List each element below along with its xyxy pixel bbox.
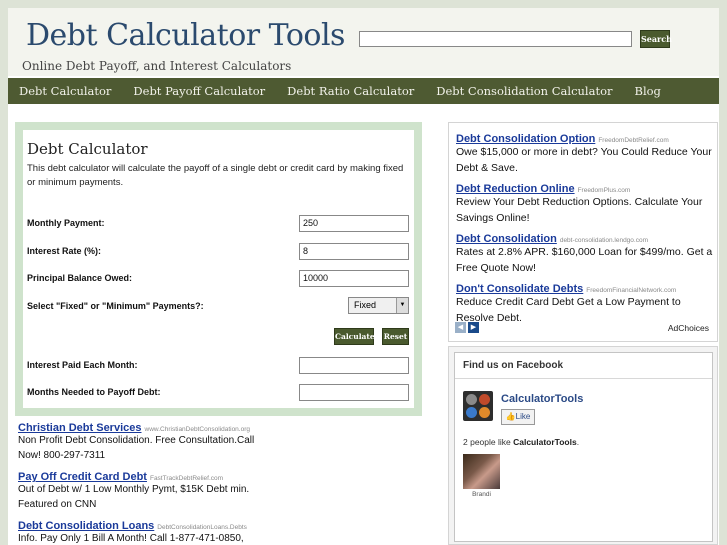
interest-paid-label: Interest Paid Each Month: <box>27 360 138 370</box>
fan-name[interactable]: Brandi <box>463 491 500 498</box>
ad-panel-right: Debt Consolidation Option FreedomDebtReli… <box>448 122 718 342</box>
ad-text: Rates at 2.8% APR. $160,000 Loan for $49… <box>456 246 713 274</box>
principal-field[interactable]: 10000 <box>299 270 409 287</box>
calculator-title: Debt Calculator <box>27 140 148 158</box>
ad-url[interactable]: FreedomDebtRelief.com <box>598 137 668 144</box>
site-header: Debt Calculator Tools Online Debt Payoff… <box>8 8 719 76</box>
site-title[interactable]: Debt Calculator Tools <box>26 18 345 53</box>
chevron-right-icon[interactable]: ▶ <box>468 322 479 333</box>
ad-item: Debt Consolidation Loans DebtConsolidatio… <box>18 516 268 545</box>
principal-label: Principal Balance Owed: <box>27 273 133 283</box>
reset-button[interactable]: Reset <box>382 328 409 345</box>
chevron-left-icon[interactable]: ◀ <box>455 322 466 333</box>
chevron-down-icon[interactable]: ▼ <box>396 298 408 313</box>
ad-url[interactable]: debt-consolidation.lendgo.com <box>560 237 648 244</box>
thumbs-up-icon: 👍 <box>505 412 516 421</box>
payment-type-select[interactable]: Fixed ▼ <box>348 297 409 314</box>
ad-title-link[interactable]: Debt Reduction Online <box>456 183 575 194</box>
ads-left: Christian Debt Services www.ChristianDebt… <box>18 418 268 545</box>
ad-url[interactable]: FreedomPlus.com <box>578 187 631 194</box>
facebook-page-name[interactable]: CalculatorTools <box>501 393 583 405</box>
ad-item: Debt Consolidation debt-consolidation.len… <box>456 229 714 276</box>
ad-item: Debt Reduction Online FreedomPlus.com Rev… <box>456 179 714 226</box>
ad-title-link[interactable]: Debt Consolidation Option <box>456 133 595 144</box>
ad-text: Out of Debt w/ 1 Low Monthly Pymt, $15K … <box>18 484 250 510</box>
interest-paid-field[interactable] <box>299 357 409 374</box>
monthly-payment-field[interactable]: 250 <box>299 215 409 232</box>
ad-item: Don't Consolidate Debts FreedomFinancialN… <box>456 279 714 326</box>
fan-count-suffix: . <box>576 437 580 447</box>
ad-title-link[interactable]: Debt Consolidation Loans <box>18 520 154 531</box>
ad-text: Non Profit Debt Consolidation. Free Cons… <box>18 435 255 461</box>
ad-title-link[interactable]: Christian Debt Services <box>18 422 142 433</box>
fan-count-page[interactable]: CalculatorTools <box>513 437 577 447</box>
calculator-panel: Debt Calculator This debt calculator wil… <box>15 122 422 416</box>
interest-rate-label: Interest Rate (%): <box>27 246 102 256</box>
calculate-button[interactable]: Calculate <box>334 328 375 345</box>
ad-url[interactable]: FreedomFinancialNetwork.com <box>586 287 676 294</box>
fan-count: 2 people like CalculatorTools. <box>463 437 579 447</box>
page: Debt Calculator Tools Online Debt Payoff… <box>8 8 719 545</box>
facebook-widget: Find us on Facebook CalculatorTools 👍Lik… <box>448 346 718 545</box>
ad-pager: ◀ ▶ <box>455 322 479 333</box>
ad-item: Debt Consolidation Option FreedomDebtReli… <box>456 129 714 176</box>
fan-count-prefix: 2 people like <box>463 437 514 447</box>
facebook-box: Find us on Facebook CalculatorTools 👍Lik… <box>454 352 713 542</box>
ad-text: Info. Pay Only 1 Bill A Month! Call 1-87… <box>18 533 244 544</box>
calculator-form: Debt Calculator This debt calculator wil… <box>23 130 414 408</box>
search-input[interactable] <box>359 31 632 47</box>
ad-text: Reduce Credit Card Debt Get a Low Paymen… <box>456 296 681 324</box>
nav-debt-consolidation-calculator[interactable]: Debt Consolidation Calculator <box>425 78 623 104</box>
like-button[interactable]: 👍Like <box>501 409 535 425</box>
ad-title-link[interactable]: Don't Consolidate Debts <box>456 283 583 294</box>
avatar[interactable] <box>463 454 500 489</box>
ad-url[interactable]: DebtConsolidationLoans.Debts <box>157 524 247 531</box>
adchoices-link[interactable]: AdChoices <box>668 323 709 333</box>
like-label: Like <box>515 412 531 421</box>
months-label: Months Needed to Payoff Debt: <box>27 387 161 397</box>
calculator-description: This debt calculator will calculate the … <box>27 163 404 188</box>
ad-text: Owe $15,000 or more in debt? You Could R… <box>456 146 712 174</box>
ad-text: Review Your Debt Reduction Options. Calc… <box>456 196 703 224</box>
ad-title-link[interactable]: Pay Off Credit Card Debt <box>18 471 147 482</box>
ad-url[interactable]: FastTrackDebtRelief.com <box>150 475 223 482</box>
ads-right: Debt Consolidation Option FreedomDebtReli… <box>456 129 714 329</box>
site-tagline: Online Debt Payoff, and Interest Calcula… <box>22 59 292 73</box>
nav-debt-ratio-calculator[interactable]: Debt Ratio Calculator <box>276 78 425 104</box>
payment-type-label: Select "Fixed" or "Minimum" Payments?: <box>27 301 204 311</box>
page-logo-icon[interactable] <box>463 391 493 421</box>
payment-type-value: Fixed <box>354 300 377 310</box>
nav-debt-payoff-calculator[interactable]: Debt Payoff Calculator <box>122 78 276 104</box>
ad-item: Christian Debt Services www.ChristianDebt… <box>18 418 268 463</box>
nav-debt-calculator[interactable]: Debt Calculator <box>8 78 122 104</box>
nav-blog[interactable]: Blog <box>624 78 672 104</box>
ad-item: Pay Off Credit Card Debt FastTrackDebtRel… <box>18 467 268 512</box>
interest-rate-field[interactable]: 8 <box>299 243 409 260</box>
facebook-header: Find us on Facebook <box>455 353 712 379</box>
main-nav: Debt Calculator Debt Payoff Calculator D… <box>8 78 719 104</box>
search-button[interactable]: Search <box>640 30 672 48</box>
ad-url[interactable]: www.ChristianDebtConsolidation.org <box>145 426 251 433</box>
months-field[interactable] <box>299 384 409 401</box>
monthly-payment-label: Monthly Payment: <box>27 218 105 228</box>
ad-title-link[interactable]: Debt Consolidation <box>456 233 557 244</box>
